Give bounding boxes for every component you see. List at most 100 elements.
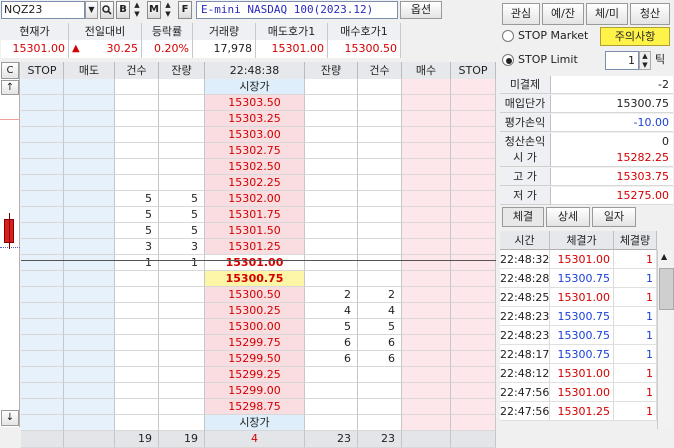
buy-order-cell[interactable] bbox=[402, 287, 451, 303]
price-cell[interactable]: 15303.50 bbox=[205, 95, 305, 111]
stop-buy-cell[interactable] bbox=[451, 399, 496, 415]
stop-buy-cell[interactable] bbox=[451, 175, 496, 191]
stop-buy-cell[interactable] bbox=[451, 351, 496, 367]
sell-order-cell[interactable] bbox=[64, 335, 115, 351]
sell-order-cell[interactable] bbox=[64, 223, 115, 239]
price-cell[interactable]: 15298.75 bbox=[205, 399, 305, 415]
stop-buy-cell[interactable] bbox=[451, 207, 496, 223]
sell-order-cell[interactable] bbox=[64, 127, 115, 143]
tab-filled-unfilled[interactable]: 체/미 bbox=[586, 3, 628, 25]
sell-order-cell[interactable] bbox=[64, 143, 115, 159]
price-cell[interactable]: 15303.25 bbox=[205, 111, 305, 127]
stop-sell-cell[interactable] bbox=[21, 127, 64, 143]
sell-order-cell[interactable] bbox=[64, 383, 115, 399]
tick-input[interactable]: 1 bbox=[605, 51, 639, 70]
buy-order-cell[interactable] bbox=[402, 127, 451, 143]
price-cell[interactable]: 15302.25 bbox=[205, 175, 305, 191]
tab-trades[interactable]: 체결 bbox=[502, 207, 544, 227]
stop-buy-cell[interactable] bbox=[451, 223, 496, 239]
tab-detail[interactable]: 상세 bbox=[546, 207, 590, 227]
b-stepper[interactable]: ▲ ▼ bbox=[131, 1, 143, 19]
stop-buy-cell[interactable] bbox=[451, 127, 496, 143]
sell-order-cell[interactable] bbox=[64, 111, 115, 127]
buy-order-cell[interactable] bbox=[402, 143, 451, 159]
price-cell[interactable]: 15301.25 bbox=[205, 239, 305, 255]
stop-buy-cell[interactable] bbox=[451, 111, 496, 127]
stop-sell-cell[interactable] bbox=[21, 399, 64, 415]
buy-order-cell[interactable] bbox=[402, 191, 451, 207]
stop-sell-cell[interactable] bbox=[21, 159, 64, 175]
sell-order-cell[interactable] bbox=[64, 303, 115, 319]
buy-order-cell[interactable] bbox=[402, 367, 451, 383]
buy-order-cell[interactable] bbox=[402, 207, 451, 223]
sell-order-cell[interactable] bbox=[64, 175, 115, 191]
m-stepper[interactable]: ▲ ▼ bbox=[162, 1, 174, 19]
stop-buy-cell[interactable] bbox=[451, 335, 496, 351]
tab-daily[interactable]: 일자 bbox=[592, 207, 636, 227]
price-cell[interactable]: 15302.75 bbox=[205, 143, 305, 159]
f-button[interactable]: F bbox=[178, 1, 192, 19]
sell-order-cell[interactable] bbox=[64, 319, 115, 335]
search-button[interactable] bbox=[100, 1, 114, 19]
stop-sell-cell[interactable] bbox=[21, 111, 64, 127]
buy-order-cell[interactable] bbox=[402, 399, 451, 415]
stop-sell-cell[interactable] bbox=[21, 383, 64, 399]
scrollbar-thumb[interactable] bbox=[659, 268, 674, 310]
price-cell[interactable]: 15301.75 bbox=[205, 207, 305, 223]
stop-sell-cell[interactable] bbox=[21, 239, 64, 255]
trades-scrollbar[interactable]: ▲ bbox=[657, 250, 674, 429]
stop-sell-cell[interactable] bbox=[21, 335, 64, 351]
sell-order-cell[interactable] bbox=[64, 287, 115, 303]
stop-buy-cell[interactable] bbox=[451, 287, 496, 303]
sell-order-cell[interactable] bbox=[64, 239, 115, 255]
stop-buy-cell[interactable] bbox=[451, 239, 496, 255]
stop-sell-cell[interactable] bbox=[21, 207, 64, 223]
buy-order-cell[interactable] bbox=[402, 159, 451, 175]
price-cell[interactable]: 15300.75 bbox=[205, 271, 305, 287]
options-button[interactable]: 옵션 bbox=[400, 1, 442, 19]
price-cell[interactable]: 15303.00 bbox=[205, 127, 305, 143]
buy-order-cell[interactable] bbox=[402, 95, 451, 111]
price-cell[interactable]: 15300.00 bbox=[205, 319, 305, 335]
sell-order-cell[interactable] bbox=[64, 207, 115, 223]
price-cell[interactable]: 15299.75 bbox=[205, 335, 305, 351]
scroll-up-button[interactable]: ↑ bbox=[1, 80, 19, 95]
price-cell[interactable]: 15302.50 bbox=[205, 159, 305, 175]
buy-order-cell[interactable] bbox=[402, 271, 451, 287]
price-cell[interactable]: 15299.50 bbox=[205, 351, 305, 367]
stop-sell-cell[interactable] bbox=[21, 95, 64, 111]
stop-buy-cell[interactable] bbox=[451, 95, 496, 111]
stop-sell-cell[interactable] bbox=[21, 223, 64, 239]
b-button[interactable]: B bbox=[116, 1, 130, 19]
stop-sell-cell[interactable] bbox=[21, 191, 64, 207]
tick-stepper[interactable]: ▲ ▼ bbox=[639, 51, 651, 70]
buy-order-cell[interactable] bbox=[402, 79, 451, 95]
sell-order-cell[interactable] bbox=[64, 255, 115, 271]
buy-order-cell[interactable] bbox=[402, 303, 451, 319]
buy-order-cell[interactable] bbox=[402, 351, 451, 367]
tab-liquidate[interactable]: 청산 bbox=[630, 3, 670, 25]
price-cell[interactable]: 15301.00 bbox=[205, 255, 305, 271]
stop-sell-cell[interactable] bbox=[21, 175, 64, 191]
warning-button[interactable]: 주의사항 bbox=[600, 27, 670, 46]
sell-order-cell[interactable] bbox=[64, 191, 115, 207]
buy-order-cell[interactable] bbox=[402, 223, 451, 239]
stop-sell-cell[interactable] bbox=[21, 143, 64, 159]
stop-buy-cell[interactable] bbox=[451, 367, 496, 383]
stop-buy-cell[interactable] bbox=[451, 271, 496, 287]
stop-sell-cell[interactable] bbox=[21, 255, 64, 271]
symbol-input[interactable]: NQZ23 bbox=[1, 1, 85, 19]
stop-sell-cell[interactable] bbox=[21, 287, 64, 303]
price-cell[interactable]: 15301.50 bbox=[205, 223, 305, 239]
price-cell[interactable]: 15300.25 bbox=[205, 303, 305, 319]
stop-buy-cell[interactable] bbox=[451, 383, 496, 399]
stop-buy-cell[interactable] bbox=[451, 191, 496, 207]
tab-deposit-balance[interactable]: 예/잔 bbox=[542, 3, 584, 25]
price-cell[interactable]: 15302.00 bbox=[205, 191, 305, 207]
buy-order-cell[interactable] bbox=[402, 319, 451, 335]
price-cell[interactable]: 시장가 bbox=[205, 79, 305, 95]
price-cell[interactable]: 15300.50 bbox=[205, 287, 305, 303]
stop-buy-cell[interactable] bbox=[451, 303, 496, 319]
buy-order-cell[interactable] bbox=[402, 239, 451, 255]
stop-buy-cell[interactable] bbox=[451, 159, 496, 175]
